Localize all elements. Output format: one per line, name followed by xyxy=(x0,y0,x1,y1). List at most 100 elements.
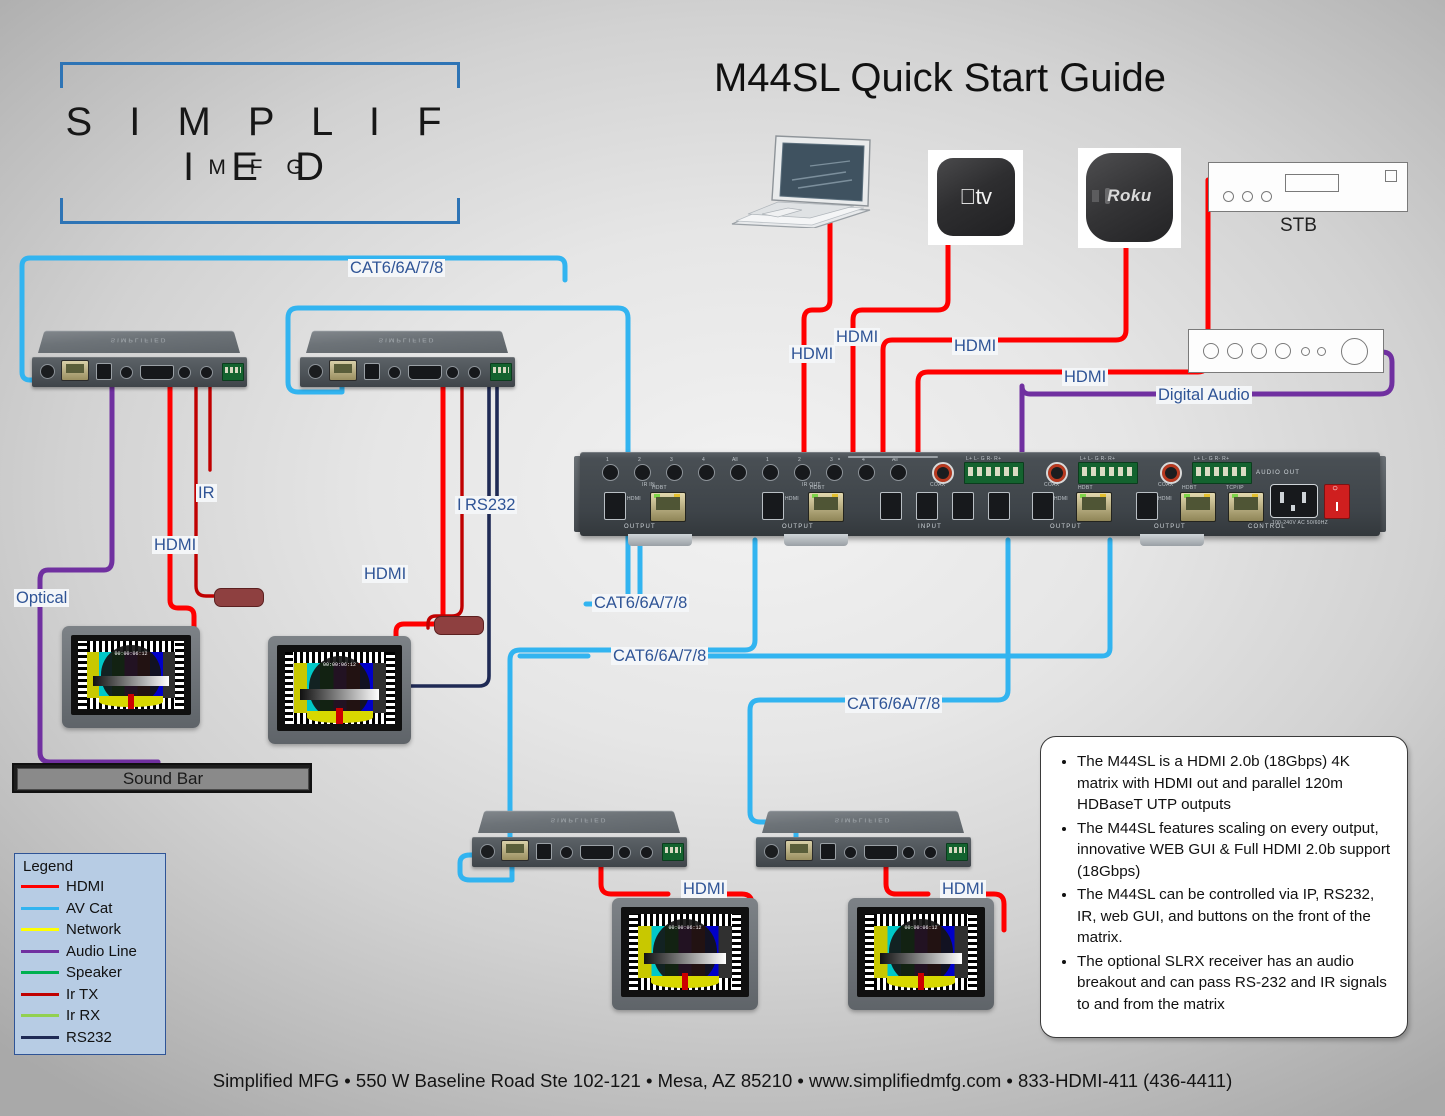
wire-label-hdmi-bottom2: HDMI xyxy=(940,880,987,898)
slrx-2-top-shell: SIMPLIFIED xyxy=(306,330,508,353)
matrix-ir-in-num-1: 1 xyxy=(606,457,609,463)
matrix-output3-group: OUTPUT xyxy=(1050,524,1082,530)
sound-bar-label: Sound Bar xyxy=(17,768,309,790)
stb-button-1 xyxy=(1223,191,1234,202)
wire-label-cat6-mid1: CAT6/6A/7/8 xyxy=(592,594,690,612)
legend-swatch-irrx xyxy=(21,1014,59,1018)
slrx-extender-2: SIMPLIFIED xyxy=(300,325,515,387)
slrx-extender-4: SIMPLIFIED xyxy=(756,805,971,867)
roku-device: Roku xyxy=(1078,148,1181,248)
matrix-tcpip-port[interactable] xyxy=(1228,492,1264,522)
stb-label: STB xyxy=(1280,215,1317,236)
wire-label-hdmi-in3: HDMI xyxy=(952,337,999,355)
matrix-ir-in-num-2: 2 xyxy=(638,457,641,463)
legend-row-irtx: Ir TX xyxy=(21,984,159,1006)
matrix-output3-hdbt-label: HDBT xyxy=(1078,485,1093,491)
slrx-4-top-shell: SIMPLIFIED xyxy=(762,810,964,833)
slrx-1-audio-out-port xyxy=(120,366,133,379)
m44sl-matrix-device: 1 2 3 4 All IR IN HDMI HDBT OUTPUT 1 2 3… xyxy=(574,452,1386,548)
matrix-coax-2-label: COAX xyxy=(1044,482,1060,488)
stb-display xyxy=(1285,174,1339,192)
slrx-2-ir-out-port xyxy=(468,366,481,379)
legend-row-hdmi: HDMI xyxy=(21,876,159,898)
slrx-2-audio-out-port xyxy=(388,366,401,379)
matrix-foot-left2 xyxy=(784,534,848,546)
slrx-3-hdbt-rj45-port xyxy=(501,840,529,861)
feature-bullet-4: The optional SLRX receiver has an audio … xyxy=(1077,951,1393,1016)
slrx-4-hdmi-port xyxy=(864,845,898,860)
tv-1-screen: 00:00:06:12 xyxy=(71,635,191,715)
matrix-ac-power-inlet xyxy=(1270,484,1318,518)
matrix-ir-in-3 xyxy=(666,464,683,481)
matrix-output1-hdbt-label: HDBT xyxy=(652,485,667,491)
slrx-1-hdmi-port xyxy=(140,365,174,380)
tv-4-screen: 00:00:06:12 xyxy=(857,907,985,997)
legend-swatch-audioline xyxy=(21,949,59,953)
slrx-1-hdbt-rj45-port xyxy=(61,360,89,381)
matrix-power-rating-label: 100-240V AC 50/60HZ xyxy=(1272,520,1329,526)
slrx-4-dc-power-port xyxy=(764,844,779,859)
matrix-ir-out-num-2: 2 xyxy=(798,457,801,463)
slrx-2-ir-in-port xyxy=(446,366,459,379)
matrix-output3-hdmi-label: HDMI xyxy=(1054,496,1068,502)
avr-device xyxy=(1188,329,1384,373)
matrix-coax-2 xyxy=(1046,462,1068,484)
slrx-2-hdmi-port xyxy=(408,365,442,380)
matrix-spacer-a xyxy=(838,458,840,460)
tv-3-test-pattern: 00:00:06:12 xyxy=(628,914,742,990)
legend-label-irrx: Ir RX xyxy=(66,1007,101,1025)
slrx-2-rear-panel xyxy=(300,357,515,387)
matrix-input-3-hdmi xyxy=(952,492,974,520)
wire-label-hdmi-left2: HDMI xyxy=(362,565,409,583)
matrix-coax-1-label: COAX xyxy=(930,482,946,488)
legend-row-irrx: Ir RX xyxy=(21,1005,159,1027)
display-tv-4: 00:00:06:12 xyxy=(848,898,994,1010)
wire-label-digital-audio: Digital Audio xyxy=(1156,386,1252,404)
tv-2-test-pattern: 00:00:06:12 xyxy=(284,651,395,725)
slrx-3-rear-panel xyxy=(472,837,687,867)
ir-emitter-pad-2 xyxy=(434,616,484,635)
legend-label-hdmi: HDMI xyxy=(66,878,105,896)
matrix-output3-hdbt-port xyxy=(1076,492,1112,522)
legend-row-avcat: AV Cat xyxy=(21,898,159,920)
legend-label-speaker: Speaker xyxy=(66,964,122,982)
stb-device xyxy=(1208,162,1408,212)
laptop-device xyxy=(718,128,878,229)
matrix-output1-hdmi-port xyxy=(604,492,626,520)
sound-bar-device: Sound Bar xyxy=(12,763,312,793)
display-tv-2: 00:00:06:12 xyxy=(268,636,411,744)
legend-row-speaker: Speaker xyxy=(21,962,159,984)
tv-4-timecode: 00:00:06:12 xyxy=(904,924,938,931)
matrix-input-4-hdmi xyxy=(988,492,1010,520)
tv-1-timecode: 00:00:06:12 xyxy=(114,650,148,657)
matrix-analog-audio-2 xyxy=(1078,462,1138,484)
wire-label-cat6-top: CAT6/6A/7/8 xyxy=(348,259,446,277)
matrix-output4-group: OUTPUT xyxy=(1154,524,1186,530)
slrx-3-hdmi-port xyxy=(580,845,614,860)
display-tv-1: 00:00:06:12 xyxy=(62,626,200,728)
footer-contact-line: Simplified MFG • 550 W Baseline Road Ste… xyxy=(212,1070,1233,1091)
matrix-ir-in-4 xyxy=(698,464,715,481)
matrix-output2-hdmi-label: HDMI xyxy=(785,496,799,502)
legend-row-rs232: RS232 xyxy=(21,1027,159,1049)
tv-2-timecode: 00:00:06:12 xyxy=(322,661,356,668)
apple-tv-label: tv xyxy=(959,184,992,209)
avr-volume-knob xyxy=(1341,338,1368,365)
matrix-power-switch[interactable] xyxy=(1324,483,1350,519)
slrx-1-ir-out-port xyxy=(200,366,213,379)
avr-knob-2 xyxy=(1227,343,1243,359)
matrix-ir-in-all xyxy=(730,464,747,481)
slrx-extender-1: SIMPLIFIED xyxy=(32,325,247,387)
matrix-output4-hdbt-label: HDBT xyxy=(1182,485,1197,491)
stb-button-3 xyxy=(1261,191,1272,202)
legend-label-audioline: Audio Line xyxy=(66,942,137,960)
wire-label-hdmi-in4: HDMI xyxy=(1062,368,1109,386)
slrx-3-optical-port xyxy=(536,843,552,860)
slrx-4-hdbt-rj45-port xyxy=(785,840,813,861)
feature-bullet-3: The M44SL can be controlled via IP, RS23… xyxy=(1077,884,1393,949)
slrx-extender-3: SIMPLIFIED xyxy=(472,805,687,867)
quick-start-guide-page: S I M P L I F I E D M F G M44SL Quick St… xyxy=(0,0,1445,1116)
wire-label-hdmi-bottom1: HDMI xyxy=(681,880,728,898)
matrix-ir-out-2 xyxy=(794,464,811,481)
stb-indicator xyxy=(1385,170,1397,182)
